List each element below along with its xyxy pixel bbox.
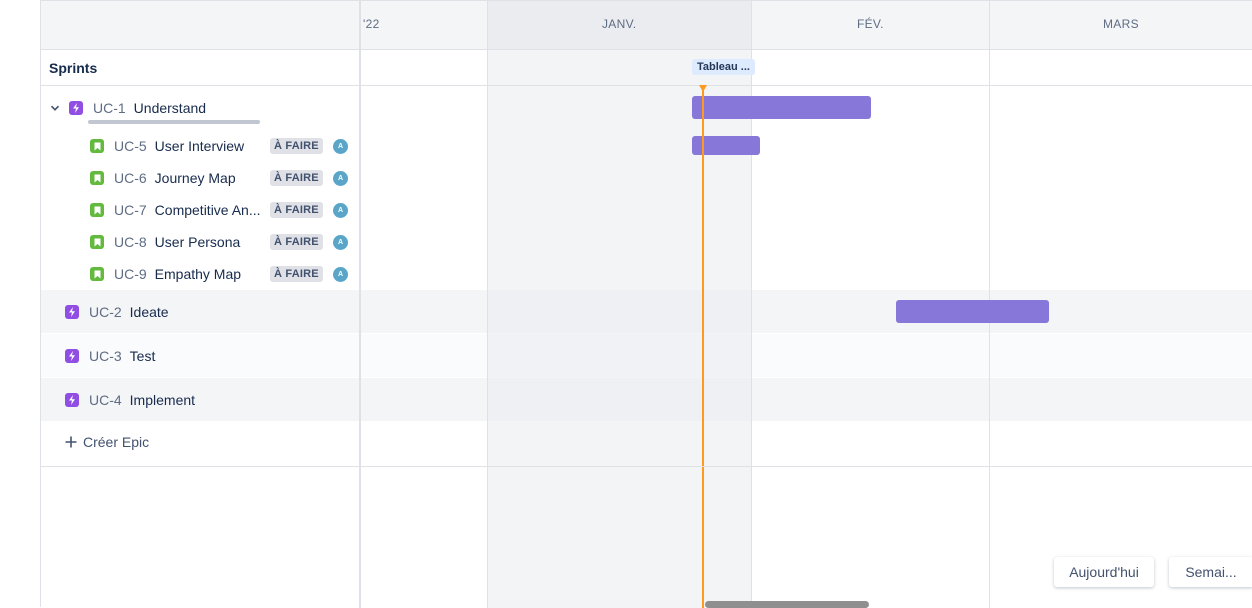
story-bookmark-icon [90,267,104,281]
issue-row-uc6[interactable]: UC-6 Journey Map À FAIRE A [41,167,408,189]
sprints-row: Sprints [41,50,359,86]
epic-list-panel: Sprints UC-1 Understand UC-5 User Interv… [41,1,361,608]
roadmap-frame: '22 JANV. FÉV. MARS JANV. Tableau ... Sp… [40,0,1252,608]
issue-row-uc8[interactable]: UC-8 User Persona À FAIRE A [41,231,408,253]
divider-dec-jan [487,1,488,608]
issue-title[interactable]: Journey Map [155,170,236,186]
issue-key: UC-6 [114,170,147,186]
issue-key: UC-7 [114,202,147,218]
epic-title[interactable]: Implement [130,392,195,408]
epic-row-uc4[interactable]: UC-4 Implement [41,389,383,411]
month-label-22: '22 [363,17,380,31]
story-bookmark-icon [90,171,104,185]
issue-key: UC-5 [114,138,147,154]
issue-row-uc9[interactable]: UC-9 Empathy Map À FAIRE A [41,263,408,285]
current-month-shade [487,1,751,608]
today-button[interactable]: Aujourd'hui [1054,557,1154,587]
issue-key: UC-9 [114,266,147,282]
issue-row-uc7[interactable]: UC-7 Competitive An... À FAIRE A [41,199,408,221]
epic-key: UC-4 [89,392,122,408]
assignee-avatar[interactable]: A [333,202,348,218]
epic-row-uc1[interactable]: UC-1 Understand [41,96,365,120]
epic-title[interactable]: Understand [134,100,206,116]
timeline-grid: '22 JANV. FÉV. MARS JANV. Tableau ... [359,1,1252,608]
today-line [702,87,704,608]
issue-row-uc5[interactable]: UC-5 User Interview À FAIRE A [41,135,408,157]
create-epic-button[interactable]: Créer Epic [65,434,149,450]
plus-icon [65,436,77,448]
epic-key: UC-1 [93,100,126,116]
month-label-mar: MARS [1103,17,1139,31]
month-label-jan-overlay: JANV. [602,17,637,31]
status-badge[interactable]: À FAIRE [270,266,323,282]
epic-key: UC-2 [89,304,122,320]
left-header [41,1,359,50]
divider-jan-feb [751,1,752,608]
epic-lightning-icon [65,349,79,363]
epic-row-uc3[interactable]: UC-3 Test [41,345,383,367]
assignee-avatar[interactable]: A [333,138,348,154]
issue-title[interactable]: User Persona [155,234,241,250]
sprint-chip[interactable]: Tableau ... [692,59,755,75]
list-bottom-divider [41,466,1252,467]
story-bookmark-icon [90,139,104,153]
epic-lightning-icon [65,393,79,407]
status-badge[interactable]: À FAIRE [270,170,323,186]
sprint-row-divider [359,85,1252,86]
story-bookmark-icon [90,203,104,217]
issue-title[interactable]: User Interview [155,138,244,154]
status-badge[interactable]: À FAIRE [270,138,323,154]
issue-title[interactable]: Empathy Map [155,266,241,282]
sprints-label: Sprints [49,59,98,76]
epic-lightning-icon [69,101,83,115]
story-bookmark-icon [90,235,104,249]
create-epic-label: Créer Epic [83,434,150,450]
assignee-avatar[interactable]: A [333,266,348,282]
epic-bar-uc1[interactable] [692,96,871,119]
issue-key: UC-8 [114,234,147,250]
assignee-avatar[interactable]: A [333,234,348,250]
epic-lightning-icon [65,305,79,319]
chevron-down-icon[interactable] [47,100,63,116]
status-badge[interactable]: À FAIRE [270,234,323,250]
status-badge[interactable]: À FAIRE [270,202,323,218]
month-label-feb: FÉV. [857,17,884,31]
issue-title[interactable]: Competitive An... [155,202,261,218]
epic-title[interactable]: Ideate [130,304,169,320]
timescale-week-button[interactable]: Semai... [1169,557,1252,587]
assignee-avatar[interactable]: A [333,170,348,186]
epic-row-uc2[interactable]: UC-2 Ideate [41,301,383,323]
epic-progress-bar [88,120,260,124]
epic-key: UC-3 [89,348,122,364]
epic-title[interactable]: Test [130,348,156,364]
epic-bar-uc2[interactable] [896,300,1049,323]
